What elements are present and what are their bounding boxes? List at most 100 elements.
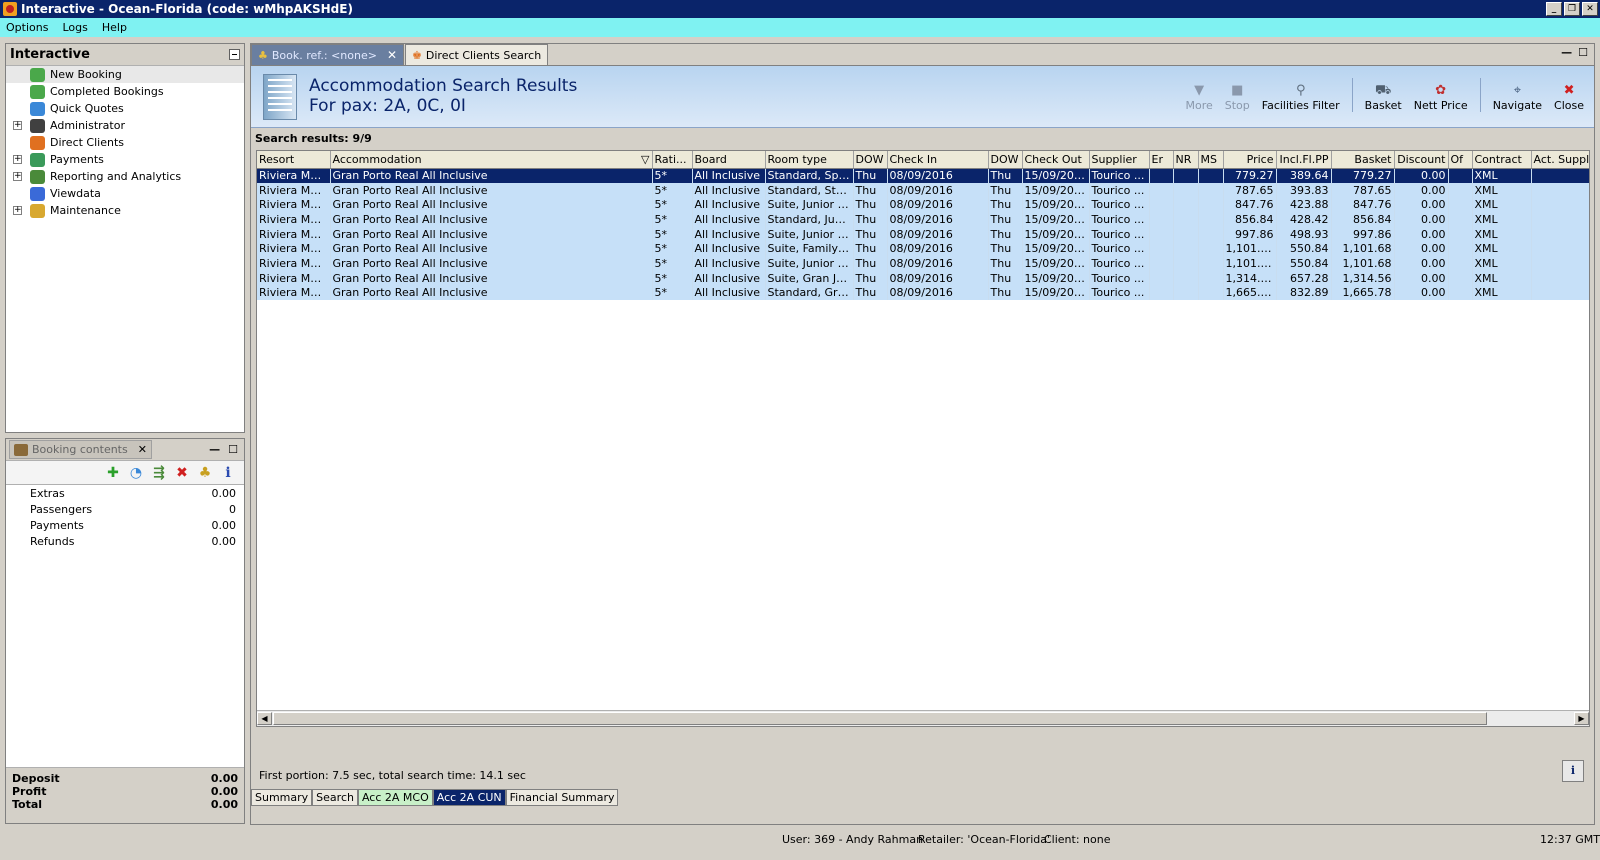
table-row[interactable]: Riviera Maya Gran Porto Real All Inclusiv… bbox=[257, 197, 1589, 213]
tab-direct-clients-search[interactable]: ♚ Direct Clients Search bbox=[405, 44, 549, 65]
table-row[interactable]: Riviera Maya Gran Porto Real All Inclusiv… bbox=[257, 212, 1589, 227]
close-window-button[interactable]: ✕ bbox=[1582, 2, 1598, 16]
table-cell: 08/09/2016 bbox=[887, 197, 989, 213]
column-header[interactable]: Price bbox=[1223, 151, 1277, 169]
table-cell: Thu bbox=[988, 168, 1023, 183]
close-icon[interactable]: ✕ bbox=[138, 443, 147, 456]
column-header[interactable]: Check Out bbox=[1022, 151, 1090, 169]
table-row[interactable]: Riviera Maya Gran Porto Real All Inclusiv… bbox=[257, 270, 1589, 286]
table-cell: 0.00 bbox=[1394, 168, 1449, 183]
close-tab-icon[interactable]: ✕ bbox=[387, 48, 397, 62]
table-cell: Thu bbox=[853, 182, 888, 198]
toolbar-nett-price-button[interactable]: ✿ Nett Price bbox=[1414, 83, 1468, 112]
scroll-right-icon[interactable]: ▶ bbox=[1574, 712, 1589, 725]
minimize-panel-button[interactable]: — bbox=[209, 443, 220, 456]
table-row[interactable]: Riviera Maya Gran Porto Real All Inclusiv… bbox=[257, 241, 1589, 257]
table-row[interactable]: Riviera Maya Gran Porto Real All Inclusiv… bbox=[257, 256, 1589, 271]
bottom-tab-acc-2a-cun[interactable]: Acc 2A CUN bbox=[432, 789, 506, 806]
column-header[interactable]: DOW bbox=[853, 151, 888, 169]
column-header[interactable]: Basket bbox=[1331, 151, 1395, 169]
add-icon[interactable]: ✚ bbox=[105, 465, 121, 481]
nav-item-direct-clients[interactable]: Direct Clients bbox=[6, 134, 244, 151]
table-cell: 5* bbox=[652, 285, 693, 301]
scroll-left-icon[interactable]: ◀ bbox=[257, 712, 272, 725]
collapse-panel-button[interactable] bbox=[229, 49, 240, 60]
table-cell bbox=[1531, 168, 1589, 183]
column-header[interactable]: Contract bbox=[1472, 151, 1532, 169]
horizontal-scrollbar[interactable]: ◀ ▶ bbox=[257, 710, 1589, 726]
filter-icon[interactable]: ▽ bbox=[641, 153, 649, 166]
table-row[interactable]: Riviera Maya Gran Porto Real All Inclusiv… bbox=[257, 226, 1589, 242]
nav-item-label: Direct Clients bbox=[50, 136, 125, 149]
basket-icon: ⛟ bbox=[1375, 83, 1392, 98]
table-row[interactable]: Riviera Maya Gran Porto Real All Inclusiv… bbox=[257, 285, 1589, 301]
nav-item-new-booking[interactable]: New Booking bbox=[6, 66, 244, 83]
menu-help[interactable]: Help bbox=[102, 21, 127, 34]
table-cell bbox=[1198, 285, 1224, 301]
menu-logs[interactable]: Logs bbox=[62, 21, 87, 34]
scroll-thumb[interactable] bbox=[273, 712, 1487, 725]
column-header[interactable]: Board bbox=[692, 151, 766, 169]
maximize-document-button[interactable]: ☐ bbox=[1578, 46, 1588, 59]
nav-item-reporting-and-analytics[interactable]: + Reporting and Analytics bbox=[6, 168, 244, 185]
toolbar-close-button[interactable]: ✖ Close bbox=[1554, 83, 1584, 112]
toolbar-facilities-filter-button[interactable]: ⚲ Facilities Filter bbox=[1262, 83, 1340, 112]
maximize-panel-button[interactable]: ☐ bbox=[228, 443, 238, 456]
table-row[interactable]: Riviera Maya Gran Porto Real All Inclusiv… bbox=[257, 168, 1589, 183]
nav-item-maintenance[interactable]: + Maintenance bbox=[6, 202, 244, 219]
restore-button[interactable]: ❐ bbox=[1564, 2, 1580, 16]
minimize-document-button[interactable]: — bbox=[1561, 46, 1572, 59]
table-cell: Thu bbox=[988, 270, 1023, 286]
column-header[interactable]: Er bbox=[1149, 151, 1174, 169]
table-cell: 15/09/2016 bbox=[1022, 197, 1090, 213]
tab-booking[interactable]: ♣ Book. ref.: <none> ✕ bbox=[251, 44, 405, 65]
nav-item-viewdata[interactable]: Viewdata bbox=[6, 185, 244, 202]
column-header[interactable]: Of bbox=[1448, 151, 1473, 169]
column-header[interactable]: Room type bbox=[765, 151, 854, 169]
palm-tree-icon[interactable]: ♣ bbox=[197, 465, 213, 481]
column-header[interactable]: Supplier bbox=[1089, 151, 1150, 169]
info-button[interactable]: i bbox=[1562, 760, 1584, 782]
expand-icon[interactable]: + bbox=[13, 206, 22, 215]
column-header[interactable]: Rati... bbox=[652, 151, 693, 169]
column-header[interactable]: Accommodation ▽ bbox=[330, 151, 653, 169]
table-cell: XML bbox=[1472, 256, 1532, 271]
table-cell: 15/09/2016 bbox=[1022, 226, 1090, 242]
expand-icon[interactable]: + bbox=[13, 172, 22, 181]
booking-contents-tab[interactable]: Booking contents ✕ bbox=[9, 440, 152, 459]
expand-icon[interactable]: + bbox=[13, 155, 22, 164]
runner-icon bbox=[30, 118, 45, 133]
nav-item-payments[interactable]: + Payments bbox=[6, 151, 244, 168]
bottom-tab-summary[interactable]: Summary bbox=[251, 789, 313, 806]
minimize-button[interactable]: _ bbox=[1546, 2, 1562, 16]
table-cell bbox=[1531, 197, 1589, 213]
status-user: User: 369 - Andy Rahman bbox=[782, 832, 924, 846]
column-header[interactable]: NR bbox=[1173, 151, 1199, 169]
column-header[interactable]: Check In bbox=[887, 151, 989, 169]
toolbar-basket-button[interactable]: ⛟ Basket bbox=[1365, 83, 1402, 112]
expand-icon[interactable]: + bbox=[13, 121, 22, 130]
column-header[interactable]: Discount bbox=[1394, 151, 1449, 169]
table-row[interactable]: Riviera Maya Gran Porto Real All Inclusiv… bbox=[257, 182, 1589, 198]
info-icon[interactable]: i bbox=[220, 465, 236, 481]
toolbar-stop-button[interactable]: ■ Stop bbox=[1225, 83, 1250, 112]
menu-options[interactable]: Options bbox=[6, 21, 48, 34]
column-header[interactable]: DOW bbox=[988, 151, 1023, 169]
bottom-tab-search[interactable]: Search bbox=[312, 789, 358, 806]
globe-icon bbox=[30, 186, 45, 201]
column-header[interactable]: Resort bbox=[257, 151, 331, 169]
clock-icon[interactable]: ◔ bbox=[128, 465, 144, 481]
column-header[interactable]: Act. Supplier bbox=[1531, 151, 1589, 169]
nav-item-completed-bookings[interactable]: Completed Bookings bbox=[6, 83, 244, 100]
basket-add-icon[interactable]: ⇶ bbox=[151, 465, 167, 481]
table-cell: 08/09/2016 bbox=[887, 226, 989, 242]
column-header[interactable]: Incl.Fl.PP bbox=[1276, 151, 1332, 169]
bottom-tab-financial-summary[interactable]: Financial Summary bbox=[505, 789, 619, 806]
bottom-tab-acc-2a-mco[interactable]: Acc 2A MCO bbox=[357, 789, 433, 806]
toolbar-navigate-button[interactable]: ⌖ Navigate bbox=[1493, 83, 1542, 112]
nav-item-quick-quotes[interactable]: Quick Quotes bbox=[6, 100, 244, 117]
nav-item-administrator[interactable]: + Administrator bbox=[6, 117, 244, 134]
delete-icon[interactable]: ✖ bbox=[174, 465, 190, 481]
toolbar-more-button[interactable]: ▼ More bbox=[1185, 83, 1212, 112]
column-header[interactable]: MS bbox=[1198, 151, 1224, 169]
